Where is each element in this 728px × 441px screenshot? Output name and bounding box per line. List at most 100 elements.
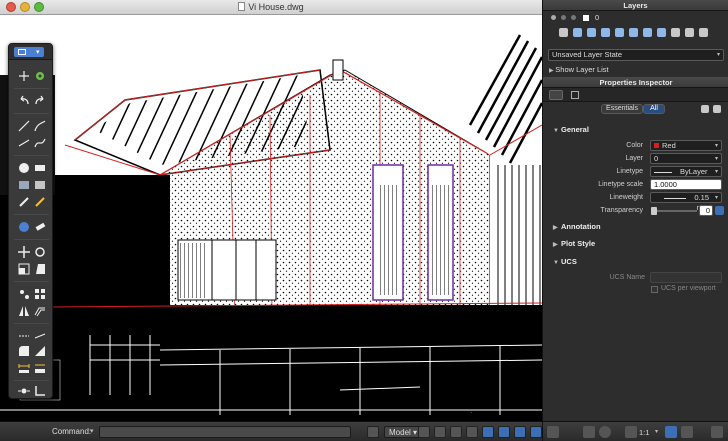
model-tab[interactable]: Model ▾	[384, 426, 423, 438]
offset-tool-icon[interactable]	[33, 304, 47, 318]
plot-style-section-header[interactable]: ▶ Plot Style	[553, 239, 595, 248]
copy-tool-icon[interactable]	[17, 287, 31, 301]
freeze-layer-icon[interactable]	[643, 28, 652, 37]
previous-layer-icon[interactable]	[601, 28, 610, 37]
ortho-mode-icon[interactable]	[450, 426, 462, 438]
spline-tool-icon[interactable]	[33, 136, 47, 150]
essentials-filter-tab[interactable]: Essentials	[601, 104, 643, 114]
transparency-field[interactable]: 0	[699, 205, 713, 216]
polar-tracking-icon[interactable]	[466, 426, 478, 438]
ucs-section-header[interactable]: ▼ UCS	[553, 257, 577, 266]
crosshair-tool-icon[interactable]	[17, 69, 31, 83]
layer-lock-icon[interactable]	[571, 15, 576, 20]
current-layer-row[interactable]: 0	[543, 11, 728, 25]
rotate-tool-icon[interactable]	[33, 245, 47, 259]
lock-layer-icon[interactable]	[671, 28, 680, 37]
dimension-tool-icon[interactable]	[17, 195, 31, 209]
unisolate-layer-icon[interactable]	[629, 28, 638, 37]
isolate-layer-icon[interactable]	[615, 28, 624, 37]
linear-dimension-icon[interactable]	[17, 361, 31, 375]
aligned-dimension-icon[interactable]	[33, 361, 47, 375]
all-filter-tab[interactable]: All	[643, 104, 665, 114]
move-tool-icon[interactable]	[17, 245, 31, 259]
toggle-pickadd-icon[interactable]	[701, 105, 709, 113]
polyline-tool-icon[interactable]	[33, 119, 47, 133]
collapsed-triangle-icon: ▶	[553, 242, 558, 248]
chamfer-tool-icon[interactable]	[33, 344, 47, 358]
transparency-slider[interactable]	[651, 207, 697, 215]
layout-grid-icon[interactable]	[367, 426, 379, 438]
transparency-options-icon[interactable]	[715, 206, 724, 215]
annotation-visibility-icon[interactable]	[547, 426, 559, 438]
construction-line-icon[interactable]	[17, 136, 31, 150]
set-current-layer-icon[interactable]	[573, 28, 582, 37]
hatch-tool-icon[interactable]	[17, 178, 31, 192]
gradient-tool-icon[interactable]	[33, 178, 47, 192]
object-snap-icon[interactable]	[482, 426, 494, 438]
trim-tool-icon[interactable]	[17, 329, 31, 343]
block-tool-icon[interactable]	[17, 220, 31, 234]
dynamic-ucs-icon[interactable]	[514, 426, 526, 438]
chevron-down-icon: ▾	[655, 429, 659, 435]
linetype-preview	[654, 171, 672, 173]
circle-tool-icon[interactable]	[17, 161, 31, 175]
ucs-tool-icon[interactable]	[33, 384, 47, 398]
annotation-section-header[interactable]: ▶ Annotation	[553, 222, 601, 231]
layers-panel-title: Layers	[543, 0, 728, 11]
ucs-per-viewport-checkbox[interactable]	[651, 286, 658, 293]
dynamic-input-icon[interactable]	[530, 426, 542, 438]
svg-text:.: .	[470, 411, 472, 415]
layer-walk-icon[interactable]	[699, 28, 708, 37]
general-section-header[interactable]: ▼ General	[553, 125, 589, 134]
array-tool-icon[interactable]	[33, 287, 47, 301]
show-layer-list-toggle[interactable]: ▶ Show Layer List	[549, 65, 609, 74]
lineweight-dropdown[interactable]: 0.15 mm▾	[650, 192, 722, 212]
color-dropdown[interactable]: Red ▾	[650, 140, 722, 151]
command-input[interactable]	[99, 426, 351, 438]
extend-tool-icon[interactable]	[33, 329, 47, 343]
workspace-icon[interactable]	[681, 426, 693, 438]
layer-properties-tab-icon[interactable]	[571, 91, 579, 99]
layer-freeze-icon[interactable]	[561, 15, 566, 20]
pan-hand-icon[interactable]	[583, 426, 595, 438]
match-layer-icon[interactable]	[587, 28, 596, 37]
layer-properties-icon[interactable]	[559, 28, 568, 37]
select-similar-tool-icon[interactable]	[33, 69, 47, 83]
auto-scale-icon[interactable]	[665, 426, 677, 438]
snap-mode-icon[interactable]	[418, 426, 430, 438]
properties-panel-title: Properties Inspector	[543, 77, 728, 88]
annotation-scale-value[interactable]: 1:1	[639, 428, 649, 437]
command-history-arrow-icon[interactable]: ▾	[90, 427, 94, 435]
layer-color-swatch[interactable]	[583, 15, 589, 21]
turn-off-layer-icon[interactable]	[657, 28, 666, 37]
quick-select-icon[interactable]	[713, 105, 721, 113]
layer-state-dropdown[interactable]: Unsaved Layer State ▾	[548, 49, 724, 61]
grid-display-icon[interactable]	[434, 426, 446, 438]
drawing-canvas[interactable]: . ▾	[0, 15, 542, 421]
linetype-dropdown[interactable]: ByLayer ▾	[650, 166, 722, 177]
object-snap-tracking-icon[interactable]	[498, 426, 510, 438]
mirror-tool-icon[interactable]	[17, 304, 31, 318]
unlock-layer-icon[interactable]	[685, 28, 694, 37]
line-tool-icon[interactable]	[17, 119, 31, 133]
rectangle-tool-icon[interactable]	[33, 161, 47, 175]
zoom-magnifier-icon[interactable]	[599, 426, 611, 438]
transparency-slider-thumb[interactable]	[651, 207, 657, 215]
layer-on-icon[interactable]	[551, 15, 556, 20]
chevron-down-icon: ▾	[714, 156, 718, 162]
side-panels: Layers 0 Unsaved Layer State ▾ ▶ Show Lay…	[542, 0, 728, 441]
annotation-scale-icon[interactable]	[625, 426, 637, 438]
fillet-tool-icon[interactable]	[17, 344, 31, 358]
region-tool-icon[interactable]	[33, 195, 47, 209]
linetype-scale-field[interactable]: 1.0000	[650, 179, 722, 190]
stretch-tool-icon[interactable]	[33, 262, 47, 276]
point-tool-icon[interactable]	[17, 384, 31, 398]
redo-icon[interactable]	[33, 94, 47, 108]
eraser-tool-icon[interactable]	[33, 220, 47, 234]
red-swatch	[654, 143, 659, 148]
object-properties-tab[interactable]	[549, 90, 563, 100]
layer-dropdown[interactable]: 0 ▾	[650, 153, 722, 164]
clean-screen-icon[interactable]	[711, 426, 723, 438]
undo-icon[interactable]	[17, 94, 31, 108]
scale-tool-icon[interactable]	[17, 262, 31, 276]
